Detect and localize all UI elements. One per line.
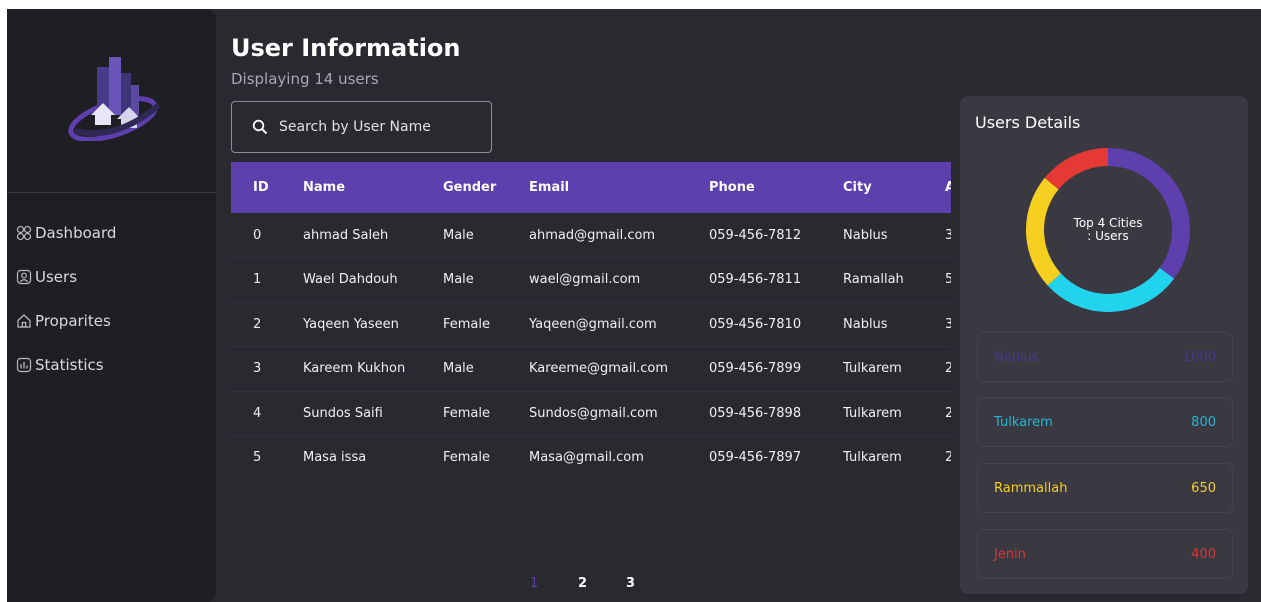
users-icon [16,269,32,285]
cell-age: 3 [945,213,951,258]
city-name: Rammallah [994,480,1068,496]
table-row[interactable]: 5 Masa issa Female Masa@gmail.com 059-45… [231,435,951,467]
users-details-panel: Users Details Top 4 Cities : Users Nablu… [960,96,1248,594]
home-icon [16,313,32,329]
cell-gender: Male [443,213,529,258]
cell-city: Nablus [843,302,945,347]
sidebar-item-label: Proparites [35,312,111,330]
city-name: Tulkarem [994,414,1053,430]
table-row[interactable]: 0 ahmad Saleh Male ahmad@gmail.com 059-4… [231,213,951,258]
city-value: 400 [1191,546,1216,562]
search-box[interactable] [231,101,492,153]
cell-phone: 059-456-7811 [709,257,843,303]
cell-id: 0 [231,213,303,258]
users-table: ID Name Gender Email Phone City A 0 ahma… [231,162,951,467]
cell-city: Ramallah [843,257,945,303]
sidebar-item-label: Users [35,268,78,286]
city-value: 1000 [1182,349,1216,365]
city-name: Jenin [994,546,1026,562]
city-card-nablus[interactable]: Nablus 1000 [977,332,1233,382]
table-row[interactable]: 1 Wael Dahdouh Male wael@gmail.com 059-4… [231,257,951,303]
cell-gender: Female [443,391,529,436]
table-row[interactable]: 4 Sundos Saifi Female Sundos@gmail.com 0… [231,391,951,436]
sidebar-item-proparites[interactable]: Proparites [16,299,116,343]
cell-phone: 059-456-7897 [709,435,843,467]
cell-email: ahmad@gmail.com [529,213,709,258]
table-header-row: ID Name Gender Email Phone City A [231,162,951,213]
cell-email: Sundos@gmail.com [529,391,709,436]
cell-age: 2 [945,346,951,392]
column-header-name[interactable]: Name [303,162,443,213]
sidebar-item-statistics[interactable]: Statistics [16,343,116,387]
cell-id: 5 [231,435,303,467]
cell-id: 3 [231,346,303,392]
cell-name: Sundos Saifi [303,391,443,436]
cell-city: Tulkarem [843,435,945,467]
sidebar: Dashboard Users Proparites Statistics [7,9,216,602]
logo-icon [68,57,161,141]
sidebar-item-dashboard[interactable]: Dashboard [16,211,116,255]
sidebar-item-users[interactable]: Users [16,255,116,299]
cell-name: Yaqeen Yaseen [303,302,443,347]
city-card-rammallah[interactable]: Rammallah 650 [977,463,1233,513]
page-button-2[interactable]: 2 [578,576,626,591]
cell-city: Tulkarem [843,346,945,392]
cell-age: 2 [945,391,951,436]
cell-email: Kareeme@gmail.com [529,346,709,392]
city-value: 650 [1191,480,1216,496]
column-header-age[interactable]: A [945,162,951,213]
cell-city: Nablus [843,213,945,258]
page-button-1[interactable]: 1 [530,576,578,591]
cell-id: 2 [231,302,303,347]
cell-email: Masa@gmail.com [529,435,709,467]
column-header-phone[interactable]: Phone [709,162,843,213]
page-subtitle: Displaying 14 users [231,70,379,88]
chart-icon [16,357,32,373]
pagination: 1 2 3 [530,576,674,591]
cell-gender: Female [443,435,529,467]
table-row[interactable]: 2 Yaqeen Yaseen Female Yaqeen@gmail.com … [231,302,951,347]
details-title: Users Details [975,113,1081,132]
cell-gender: Male [443,257,529,303]
cell-phone: 059-456-7812 [709,213,843,258]
cell-phone: 059-456-7810 [709,302,843,347]
sidebar-nav: Dashboard Users Proparites Statistics [16,211,116,387]
city-card-jenin[interactable]: Jenin 400 [977,529,1233,579]
cell-city: Tulkarem [843,391,945,436]
sidebar-divider [7,192,216,193]
column-header-city[interactable]: City [843,162,945,213]
city-value: 800 [1191,414,1216,430]
dashboard-icon [16,225,32,241]
cell-phone: 059-456-7899 [709,346,843,392]
cell-gender: Female [443,302,529,347]
search-icon [252,119,268,135]
column-header-email[interactable]: Email [529,162,709,213]
table-row[interactable]: 3 Kareem Kukhon Male Kareeme@gmail.com 0… [231,346,951,392]
cell-name: ahmad Saleh [303,213,443,258]
search-input[interactable] [279,119,479,135]
city-card-tulkarem[interactable]: Tulkarem 800 [977,397,1233,447]
column-header-gender[interactable]: Gender [443,162,529,213]
page-title: User Information [231,34,461,62]
city-name: Nablus [994,349,1039,365]
cell-age: 5 [945,257,951,303]
sidebar-item-label: Statistics [35,356,104,374]
cell-id: 1 [231,257,303,303]
column-header-id[interactable]: ID [231,162,303,213]
cell-phone: 059-456-7898 [709,391,843,436]
cell-name: Kareem Kukhon [303,346,443,392]
cell-age: 2 [945,435,951,467]
cell-name: Masa issa [303,435,443,467]
cell-email: Yaqeen@gmail.com [529,302,709,347]
cell-email: wael@gmail.com [529,257,709,303]
donut-center-label: Top 4 Cities : Users [1073,216,1143,243]
sidebar-item-label: Dashboard [35,224,117,242]
cell-id: 4 [231,391,303,436]
cell-gender: Male [443,346,529,392]
cell-name: Wael Dahdouh [303,257,443,303]
cell-age: 3 [945,302,951,347]
page-button-3[interactable]: 3 [626,576,674,591]
